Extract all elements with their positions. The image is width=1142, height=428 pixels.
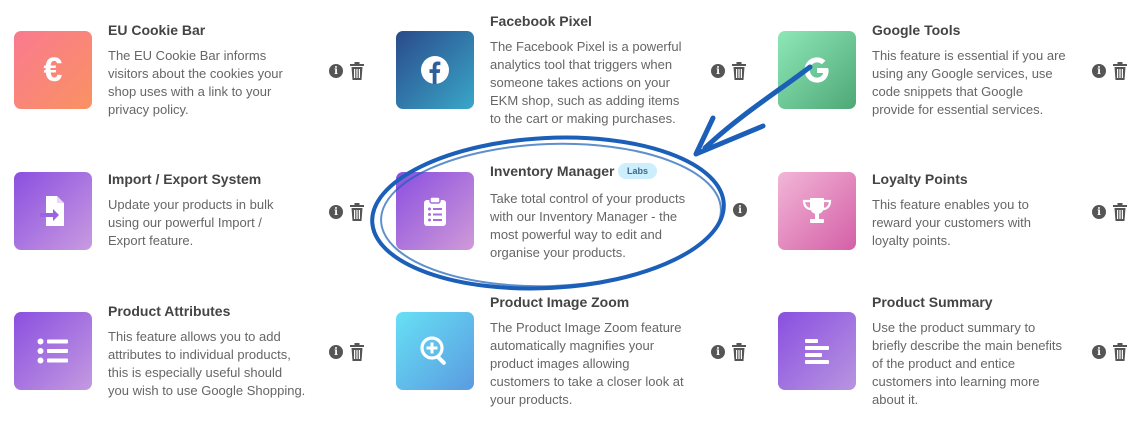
zoom-in-glyph xyxy=(420,336,446,365)
feature-title: Loyalty Points xyxy=(872,171,968,187)
clipboard-glyph xyxy=(424,196,446,226)
info-icon[interactable]: i xyxy=(329,345,343,359)
feature-actions: i xyxy=(733,203,747,217)
trash-icon[interactable] xyxy=(731,62,747,80)
trash-icon[interactable] xyxy=(731,343,747,361)
feature-title: EU Cookie Bar xyxy=(108,22,206,38)
feature-title: Product Summary xyxy=(872,294,993,310)
feature-description: Update your products in bulk using our p… xyxy=(108,197,274,248)
feature-actions: i xyxy=(1092,343,1128,361)
trash-icon[interactable] xyxy=(1112,343,1128,361)
trophy-icon[interactable] xyxy=(778,172,856,250)
feature-title: Import / Export System xyxy=(108,171,262,187)
info-icon[interactable]: i xyxy=(1092,64,1106,78)
info-icon[interactable]: i xyxy=(711,345,725,359)
clipboard-icon[interactable] xyxy=(396,172,474,250)
trash-icon[interactable] xyxy=(349,203,365,221)
info-icon[interactable]: i xyxy=(329,205,343,219)
feature-title: Product Attributes xyxy=(108,303,231,319)
labs-badge: Labs xyxy=(618,163,658,179)
trash-icon[interactable] xyxy=(1112,203,1128,221)
info-icon[interactable]: i xyxy=(733,203,747,217)
info-icon[interactable]: i xyxy=(1092,205,1106,219)
feature-description: The Product Image Zoom feature automatic… xyxy=(490,320,684,407)
google-glyph xyxy=(804,57,829,83)
feature-description: Use the product summary to briefly descr… xyxy=(872,320,1063,407)
feature-description: This feature enables you to reward your … xyxy=(872,197,1031,248)
google-icon[interactable] xyxy=(778,31,856,109)
feature-description: The Facebook Pixel is a powerful analyti… xyxy=(490,39,682,126)
feature-description: Take total control of your products with… xyxy=(490,191,686,260)
feature-actions: i xyxy=(1092,62,1128,80)
trash-icon[interactable] xyxy=(349,62,365,80)
list-glyph xyxy=(37,338,68,364)
facebook-glyph xyxy=(421,56,449,84)
feature-title: Google Tools xyxy=(872,22,961,38)
feature-title: Product Image Zoom xyxy=(490,294,630,310)
feature-actions: i xyxy=(711,62,747,80)
info-icon[interactable]: i xyxy=(1092,345,1106,359)
zoom-in-icon[interactable] xyxy=(396,312,474,390)
annotation-arrow-head xyxy=(693,115,766,157)
euro-glyph: € xyxy=(43,50,63,89)
info-icon[interactable]: i xyxy=(711,64,725,78)
feature-description: The EU Cookie Bar informs visitors about… xyxy=(108,48,283,117)
feature-actions: i xyxy=(1092,203,1128,221)
info-icon[interactable]: i xyxy=(329,64,343,78)
file-import-icon[interactable] xyxy=(14,172,92,250)
align-left-glyph xyxy=(805,339,829,364)
facebook-icon[interactable] xyxy=(396,31,474,109)
trash-icon[interactable] xyxy=(1112,62,1128,80)
feature-title: Facebook Pixel xyxy=(490,13,592,29)
feature-actions: i xyxy=(329,203,365,221)
trash-icon[interactable] xyxy=(349,343,365,361)
feature-title: Inventory Manager xyxy=(490,163,615,179)
feature-actions: i xyxy=(329,62,365,80)
feature-actions: i xyxy=(329,343,365,361)
align-left-icon[interactable] xyxy=(778,312,856,390)
feature-description: This feature allows you to add attribute… xyxy=(108,329,306,398)
euro-icon[interactable]: € xyxy=(14,31,92,109)
trophy-glyph xyxy=(802,198,832,223)
list-icon[interactable] xyxy=(14,312,92,390)
file-import-glyph xyxy=(40,196,64,226)
feature-actions: i xyxy=(711,343,747,361)
feature-description: This feature is essential if you are usi… xyxy=(872,48,1066,117)
